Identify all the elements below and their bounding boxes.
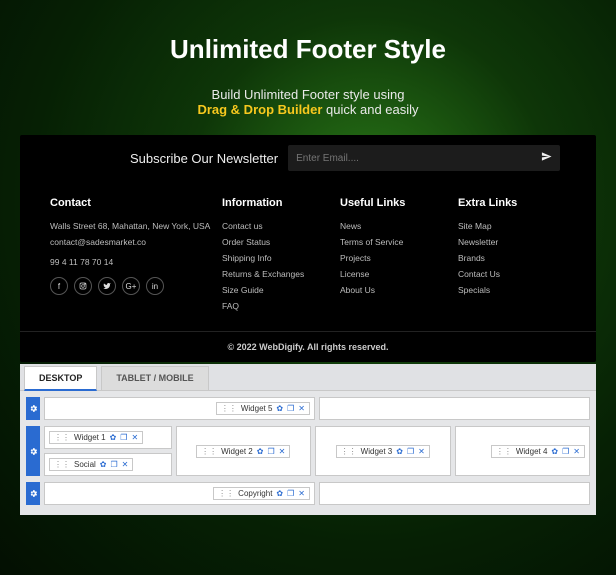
duplicate-icon[interactable]: ❐ xyxy=(111,460,118,469)
drag-icon[interactable]: ⋮⋮ xyxy=(496,447,512,456)
list-item[interactable]: Shipping Info xyxy=(222,253,330,263)
widget-2[interactable]: ⋮⋮ Widget 2 ✿ ❐ ✕ xyxy=(196,445,290,458)
widget-social[interactable]: ⋮⋮ Social ✿ ❐ ✕ xyxy=(49,458,133,471)
info-heading: Information xyxy=(222,197,330,209)
list-item[interactable]: Specials xyxy=(458,285,566,295)
list-item[interactable]: News xyxy=(340,221,448,231)
list-item[interactable]: Contact Us xyxy=(458,269,566,279)
list-item[interactable]: Order Status xyxy=(222,237,330,247)
builder-cell[interactable]: ⋮⋮ Social ✿ ❐ ✕ xyxy=(44,453,172,476)
contact-email: contact@sadesmarket.co xyxy=(50,237,212,247)
close-icon[interactable]: ✕ xyxy=(418,447,425,456)
list-item[interactable]: License xyxy=(340,269,448,279)
list-item[interactable]: FAQ xyxy=(222,301,330,311)
duplicate-icon[interactable]: ❐ xyxy=(407,447,414,456)
list-item[interactable]: Brands xyxy=(458,253,566,263)
duplicate-icon[interactable]: ❐ xyxy=(267,447,274,456)
builder-cell[interactable]: ⋮⋮ Widget 3 ✿ ❐ ✕ xyxy=(315,426,451,476)
widget-1[interactable]: ⋮⋮ Widget 1 ✿ ❐ ✕ xyxy=(49,431,143,444)
widget-copyright[interactable]: ⋮⋮ Copyright ✿ ❐ ✕ xyxy=(213,487,310,500)
facebook-icon[interactable]: f xyxy=(50,277,68,295)
newsletter-input-wrap xyxy=(288,145,560,171)
widget-4[interactable]: ⋮⋮ Widget 4 ✿ ❐ ✕ xyxy=(491,445,585,458)
drag-icon[interactable]: ⋮⋮ xyxy=(54,433,70,442)
list-item[interactable]: Size Guide xyxy=(222,285,330,295)
drag-icon[interactable]: ⋮⋮ xyxy=(341,447,357,456)
row-settings-button[interactable] xyxy=(26,397,40,420)
builder-panel: DESKTOP TABLET / MOBILE ⋮⋮ Widget 5 ✿ ❐ … xyxy=(20,364,596,515)
copyright-bar: © 2022 WebDigify. All rights reserved. xyxy=(20,331,596,362)
builder-cell[interactable]: ⋮⋮ Widget 2 ✿ ❐ ✕ xyxy=(176,426,312,476)
gear-icon[interactable]: ✿ xyxy=(551,447,558,456)
duplicate-icon[interactable]: ❐ xyxy=(287,489,294,498)
list-item[interactable]: Contact us xyxy=(222,221,330,231)
duplicate-icon[interactable]: ❐ xyxy=(120,433,127,442)
newsletter-label: Subscribe Our Newsletter xyxy=(130,151,278,166)
drag-icon[interactable]: ⋮⋮ xyxy=(218,489,234,498)
widget-5[interactable]: ⋮⋮ Widget 5 ✿ ❐ ✕ xyxy=(216,402,310,415)
row-settings-button[interactable] xyxy=(26,426,40,476)
close-icon[interactable]: ✕ xyxy=(298,489,305,498)
close-icon[interactable]: ✕ xyxy=(573,447,580,456)
newsletter-input[interactable] xyxy=(296,153,541,164)
list-item[interactable]: Terms of Service xyxy=(340,237,448,247)
tab-mobile[interactable]: TABLET / MOBILE xyxy=(101,366,208,390)
page-subtitle: Build Unlimited Footer style using Drag … xyxy=(0,87,616,117)
builder-cell[interactable] xyxy=(319,397,590,420)
contact-heading: Contact xyxy=(50,197,212,209)
list-item[interactable]: About Us xyxy=(340,285,448,295)
drag-icon[interactable]: ⋮⋮ xyxy=(201,447,217,456)
extra-heading: Extra Links xyxy=(458,197,566,209)
close-icon[interactable]: ✕ xyxy=(298,404,305,413)
tab-desktop[interactable]: DESKTOP xyxy=(24,366,97,391)
list-item[interactable]: Site Map xyxy=(458,221,566,231)
contact-address: Walls Street 68, Mahattan, New York, USA xyxy=(50,221,212,231)
gear-icon[interactable]: ✿ xyxy=(396,447,403,456)
send-icon[interactable] xyxy=(541,151,552,165)
close-icon[interactable]: ✕ xyxy=(122,460,129,469)
duplicate-icon[interactable]: ❐ xyxy=(287,404,294,413)
list-item[interactable]: Newsletter xyxy=(458,237,566,247)
useful-heading: Useful Links xyxy=(340,197,448,209)
page-title: Unlimited Footer Style xyxy=(0,34,616,65)
gear-icon[interactable]: ✿ xyxy=(276,489,283,498)
widget-3[interactable]: ⋮⋮ Widget 3 ✿ ❐ ✕ xyxy=(336,445,430,458)
builder-cell[interactable]: ⋮⋮ Copyright ✿ ❐ ✕ xyxy=(44,482,315,505)
google-plus-icon[interactable]: G+ xyxy=(122,277,140,295)
twitter-icon[interactable] xyxy=(98,277,116,295)
close-icon[interactable]: ✕ xyxy=(279,447,286,456)
list-item[interactable]: Returns & Exchanges xyxy=(222,269,330,279)
footer-preview: Subscribe Our Newsletter Contact Walls S… xyxy=(20,135,596,362)
drag-icon[interactable]: ⋮⋮ xyxy=(54,460,70,469)
builder-cell[interactable]: ⋮⋮ Widget 1 ✿ ❐ ✕ xyxy=(44,426,172,449)
gear-icon[interactable]: ✿ xyxy=(100,460,107,469)
list-item[interactable]: Projects xyxy=(340,253,448,263)
gear-icon[interactable]: ✿ xyxy=(276,404,283,413)
instagram-icon[interactable] xyxy=(74,277,92,295)
contact-phone: 99 4 11 78 70 14 xyxy=(50,257,212,267)
builder-cell[interactable]: ⋮⋮ Widget 4 ✿ ❐ ✕ xyxy=(455,426,591,476)
drag-icon[interactable]: ⋮⋮ xyxy=(221,404,237,413)
row-settings-button[interactable] xyxy=(26,482,40,505)
builder-cell[interactable] xyxy=(319,482,590,505)
linkedin-icon[interactable]: in xyxy=(146,277,164,295)
duplicate-icon[interactable]: ❐ xyxy=(562,447,569,456)
gear-icon[interactable]: ✿ xyxy=(110,433,117,442)
close-icon[interactable]: ✕ xyxy=(131,433,138,442)
gear-icon[interactable]: ✿ xyxy=(257,447,264,456)
builder-cell[interactable]: ⋮⋮ Widget 5 ✿ ❐ ✕ xyxy=(44,397,315,420)
